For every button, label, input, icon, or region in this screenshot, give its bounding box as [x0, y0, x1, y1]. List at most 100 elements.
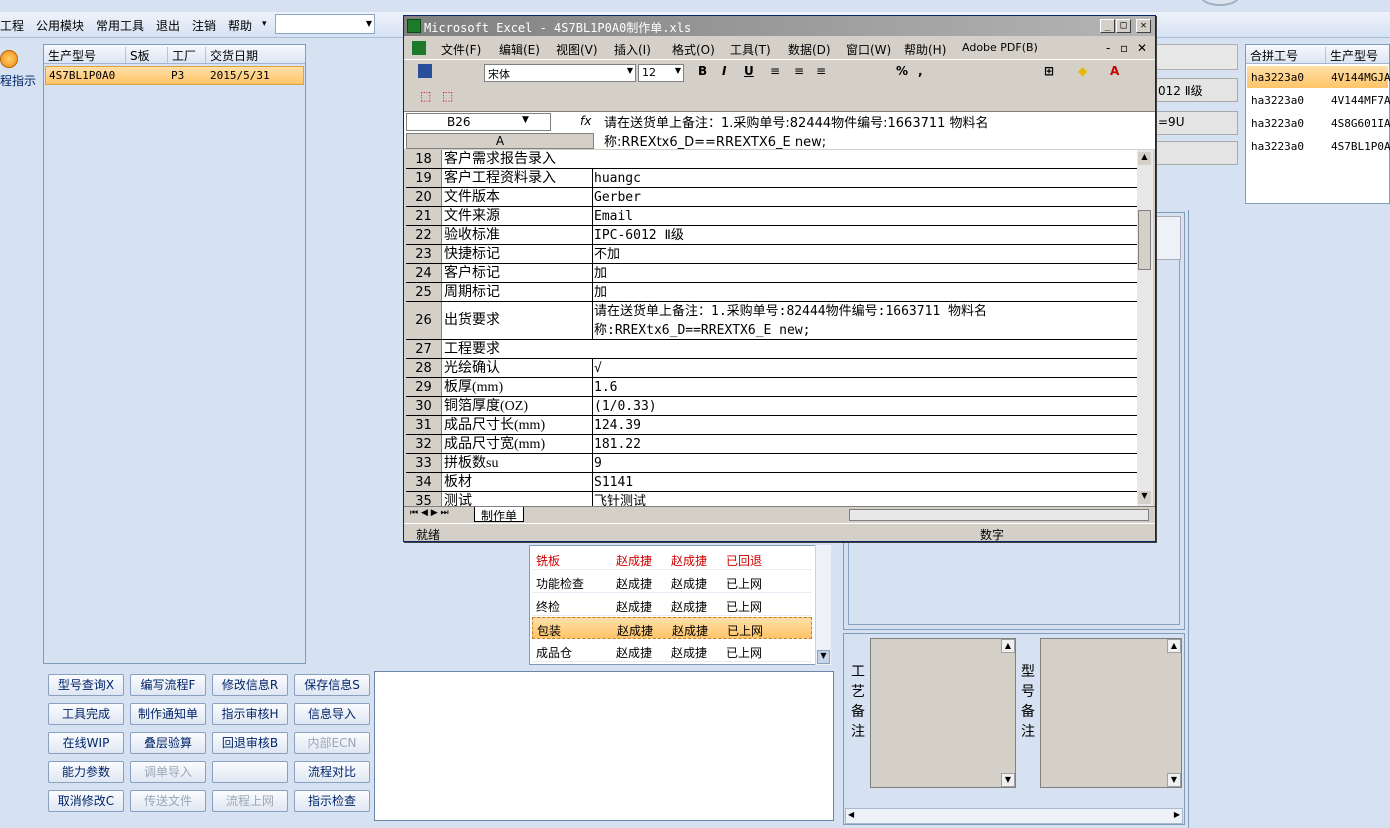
row-number[interactable]: 22: [406, 226, 442, 244]
menu-help[interactable]: 帮助(H): [904, 41, 946, 58]
col-delivery-date[interactable]: 交货日期: [206, 47, 306, 63]
cell-b[interactable]: 加: [592, 283, 1137, 301]
table-row[interactable]: ha3223a0 4S7BL1P0A: [1247, 135, 1390, 157]
process-guide-icon[interactable]: [0, 50, 18, 68]
info-field-4[interactable]: [1153, 141, 1238, 165]
cell-b[interactable]: 加: [592, 264, 1137, 282]
doc-restore-icon[interactable]: ▫: [1120, 41, 1128, 55]
cell-b[interactable]: 不加: [592, 245, 1137, 263]
menu-window[interactable]: 窗口(W): [846, 41, 891, 58]
cell-a[interactable]: 铜箔厚度(OZ): [444, 397, 528, 416]
cell-a[interactable]: 快捷标记: [444, 245, 500, 264]
menu-common-tools[interactable]: 常用工具: [96, 17, 144, 34]
process-memo-textarea[interactable]: ▲ ▼: [870, 638, 1016, 788]
row-number[interactable]: 35: [406, 492, 442, 506]
notes-textarea[interactable]: [374, 671, 834, 821]
help-chevron-down-icon[interactable]: ▾: [262, 19, 267, 29]
action-button[interactable]: 传送文件: [130, 790, 206, 812]
list-item[interactable]: 铣板 赵成捷 赵成捷 已回退: [532, 548, 812, 570]
cell-b[interactable]: huangc: [592, 169, 1137, 187]
cell-a[interactable]: 工程要求: [444, 340, 500, 359]
action-button[interactable]: 保存信息S: [294, 674, 370, 696]
sheet-row[interactable]: 27 工程要求: [406, 340, 1137, 359]
cell-b[interactable]: Gerber: [592, 188, 1137, 206]
menu-project[interactable]: 工程: [0, 17, 24, 34]
align-center-icon[interactable]: ≡: [794, 64, 804, 78]
cell-a[interactable]: 成品尺寸长(mm): [444, 416, 545, 435]
sheet-nav-icons[interactable]: ⏮ ◀ ▶ ⏭: [410, 508, 449, 518]
fx-icon[interactable]: fx: [580, 114, 591, 128]
menu-logout[interactable]: 注销: [192, 17, 216, 34]
scroll-up-icon[interactable]: ▲: [1001, 639, 1015, 653]
action-button[interactable]: 指示审核H: [212, 703, 288, 725]
doc-minimize-icon[interactable]: -: [1106, 41, 1110, 55]
info-field-standard[interactable]: 012 Ⅱ级: [1153, 78, 1238, 102]
action-button[interactable]: 在线WIP: [48, 732, 124, 754]
cell-a[interactable]: 客户工程资料录入: [444, 169, 556, 188]
action-button[interactable]: 指示检查: [294, 790, 370, 812]
minimize-button[interactable]: _: [1100, 19, 1115, 33]
scroll-up-icon[interactable]: ▲: [1167, 639, 1181, 653]
cell-a[interactable]: 成品尺寸宽(mm): [444, 435, 545, 454]
column-header-a[interactable]: A: [406, 133, 594, 149]
row-number[interactable]: 24: [406, 264, 442, 282]
col-model[interactable]: 生产型号: [44, 47, 126, 63]
info-field-1[interactable]: [1153, 44, 1238, 70]
process-list-scrollbar[interactable]: ▼: [815, 545, 831, 665]
menu-view[interactable]: 视图(V): [556, 41, 598, 58]
memo-hscrollbar[interactable]: ◀ ▶: [845, 808, 1183, 824]
row-number[interactable]: 33: [406, 454, 442, 472]
workbook-icon[interactable]: [412, 41, 426, 55]
menu-tools[interactable]: 工具(T): [730, 41, 771, 58]
list-item[interactable]: 成品仓 赵成捷 赵成捷 已上网: [532, 640, 812, 662]
comma-icon[interactable]: ,: [918, 64, 923, 78]
cell-a[interactable]: 出货要求: [444, 302, 500, 340]
row-number[interactable]: 21: [406, 207, 442, 225]
table-row[interactable]: ha3223a0 4V144MF7A: [1247, 89, 1390, 111]
sheet-row[interactable]: 31 成品尺寸长(mm) 124.39: [406, 416, 1137, 435]
cell-a[interactable]: 客户需求报告录入: [444, 150, 556, 169]
detail-tab[interactable]: [1153, 216, 1181, 260]
menu-help[interactable]: 帮助: [228, 17, 252, 34]
action-button[interactable]: 工具完成: [48, 703, 124, 725]
sheet-row[interactable]: 18 客户需求报告录入: [406, 150, 1137, 169]
action-button[interactable]: 流程上网: [212, 790, 288, 812]
sheet-row[interactable]: 28 光绘确认 √: [406, 359, 1137, 378]
row-number[interactable]: 23: [406, 245, 442, 263]
action-button[interactable]: 取消修改C: [48, 790, 124, 812]
menu-insert[interactable]: 插入(I): [614, 41, 651, 58]
row-number[interactable]: 18: [406, 150, 442, 168]
col-factory[interactable]: 工厂: [168, 47, 206, 63]
cell-b[interactable]: [592, 340, 1137, 358]
pdf-mail-icon[interactable]: ⬚: [442, 89, 453, 103]
list-item[interactable]: 终检 赵成捷 赵成捷 已上网: [532, 594, 812, 616]
sheet-row[interactable]: 29 板厚(mm) 1.6: [406, 378, 1137, 397]
chevron-down-icon[interactable]: ▼: [522, 115, 529, 125]
font-size-select[interactable]: 12 ▼: [638, 64, 684, 82]
font-select[interactable]: 宋体 ▼: [484, 64, 636, 82]
row-number[interactable]: 20: [406, 188, 442, 206]
table-row[interactable]: ha3223a0 4S8G601IA: [1247, 112, 1390, 134]
menu-edit[interactable]: 编辑(E): [499, 41, 540, 58]
scroll-left-icon[interactable]: ◀: [848, 810, 854, 819]
cell-b[interactable]: 1.6: [592, 378, 1137, 396]
align-left-icon[interactable]: ≡: [770, 64, 780, 78]
menu-adobe-pdf[interactable]: Adobe PDF(B): [962, 41, 1038, 54]
cell-b[interactable]: (1/0.33): [592, 397, 1137, 415]
sheet-row[interactable]: 24 客户标记 加: [406, 264, 1137, 283]
sheet-row[interactable]: 35 测试 飞针测试: [406, 492, 1137, 506]
model-memo-textarea[interactable]: ▲ ▼: [1040, 638, 1182, 788]
menu-public-module[interactable]: 公用模块: [36, 17, 84, 34]
italic-icon[interactable]: I: [722, 64, 726, 78]
col-merge-no[interactable]: 合拼工号: [1246, 47, 1326, 63]
action-button[interactable]: 流程对比: [294, 761, 370, 783]
scroll-down-icon[interactable]: ▼: [817, 650, 830, 664]
doc-close-icon[interactable]: ✕: [1137, 41, 1147, 55]
excel-window[interactable]: Microsoft Excel - 4S7BL1P0A0制作单.xls _ □ …: [403, 15, 1156, 542]
col-s-board[interactable]: S板: [126, 47, 168, 63]
sheet-row[interactable]: 33 拼板数su 9: [406, 454, 1137, 473]
underline-icon[interactable]: U: [744, 64, 754, 78]
cell-a[interactable]: 板材: [444, 473, 472, 492]
font-color-icon[interactable]: A: [1110, 64, 1119, 78]
list-item[interactable]: 功能检查 赵成捷 赵成捷 已上网: [532, 571, 812, 593]
